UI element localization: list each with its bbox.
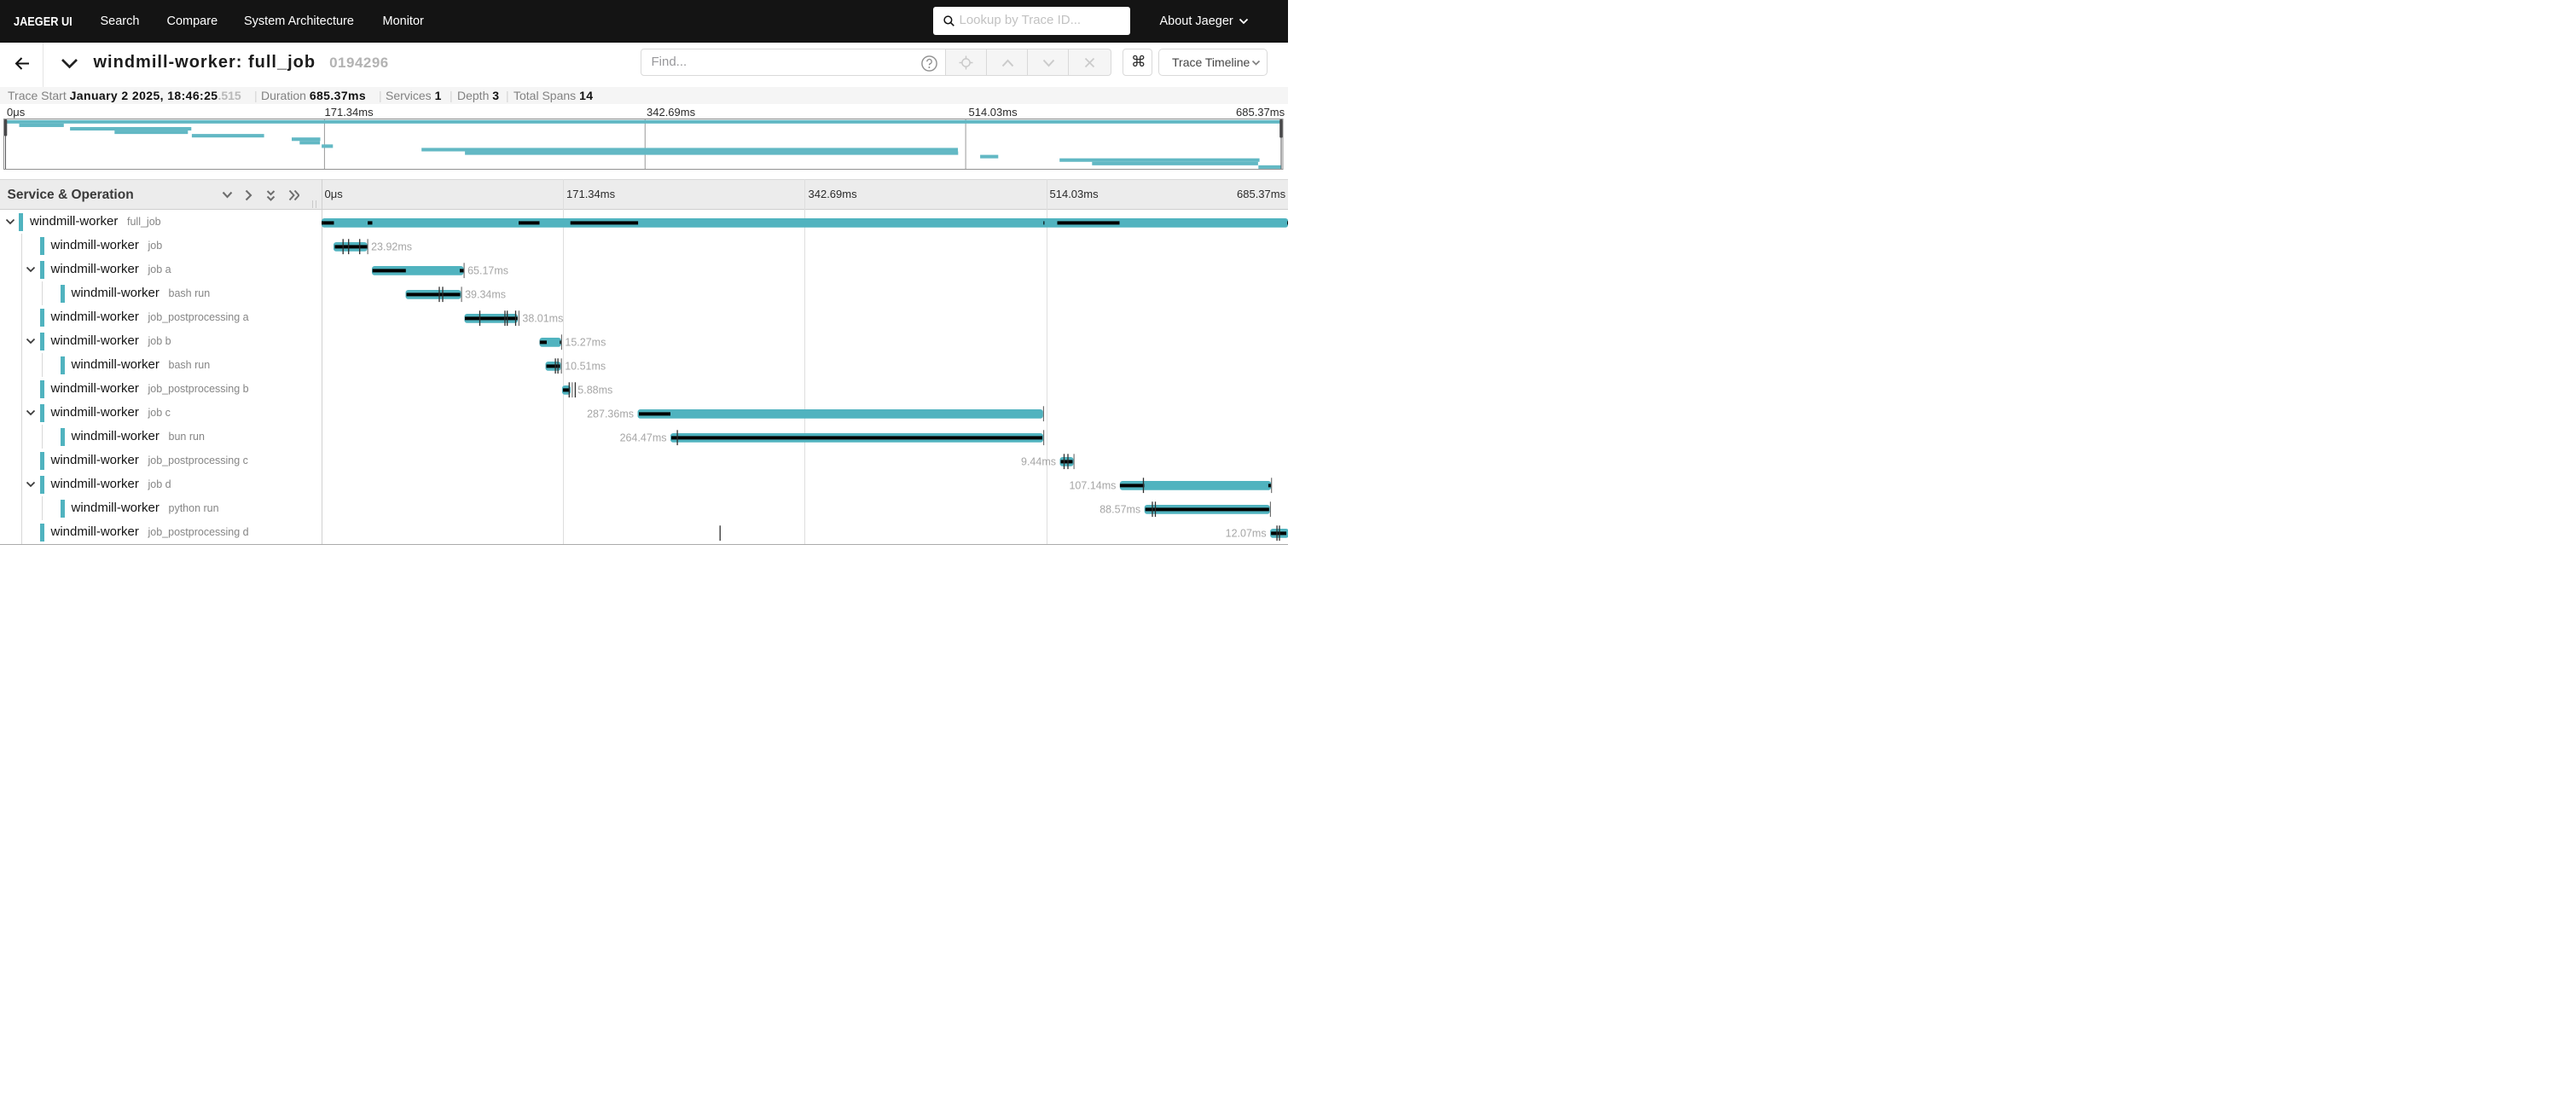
svg-text:12.07ms: 12.07ms xyxy=(1225,528,1266,540)
svg-text:264.47ms: 264.47ms xyxy=(619,432,666,444)
svg-text:39.34ms: 39.34ms xyxy=(465,289,506,301)
svg-text:107.14ms: 107.14ms xyxy=(1069,480,1116,492)
svg-text:287.36ms: 287.36ms xyxy=(587,408,634,420)
svg-text:9.44ms: 9.44ms xyxy=(1021,456,1056,468)
svg-text:5.88ms: 5.88ms xyxy=(577,385,612,397)
svg-text:23.92ms: 23.92ms xyxy=(371,241,412,253)
svg-text:10.51ms: 10.51ms xyxy=(565,361,606,373)
svg-text:15.27ms: 15.27ms xyxy=(565,337,606,349)
svg-text:38.01ms: 38.01ms xyxy=(522,313,563,325)
svg-text:88.57ms: 88.57ms xyxy=(1099,504,1140,516)
svg-text:65.17ms: 65.17ms xyxy=(467,265,508,277)
